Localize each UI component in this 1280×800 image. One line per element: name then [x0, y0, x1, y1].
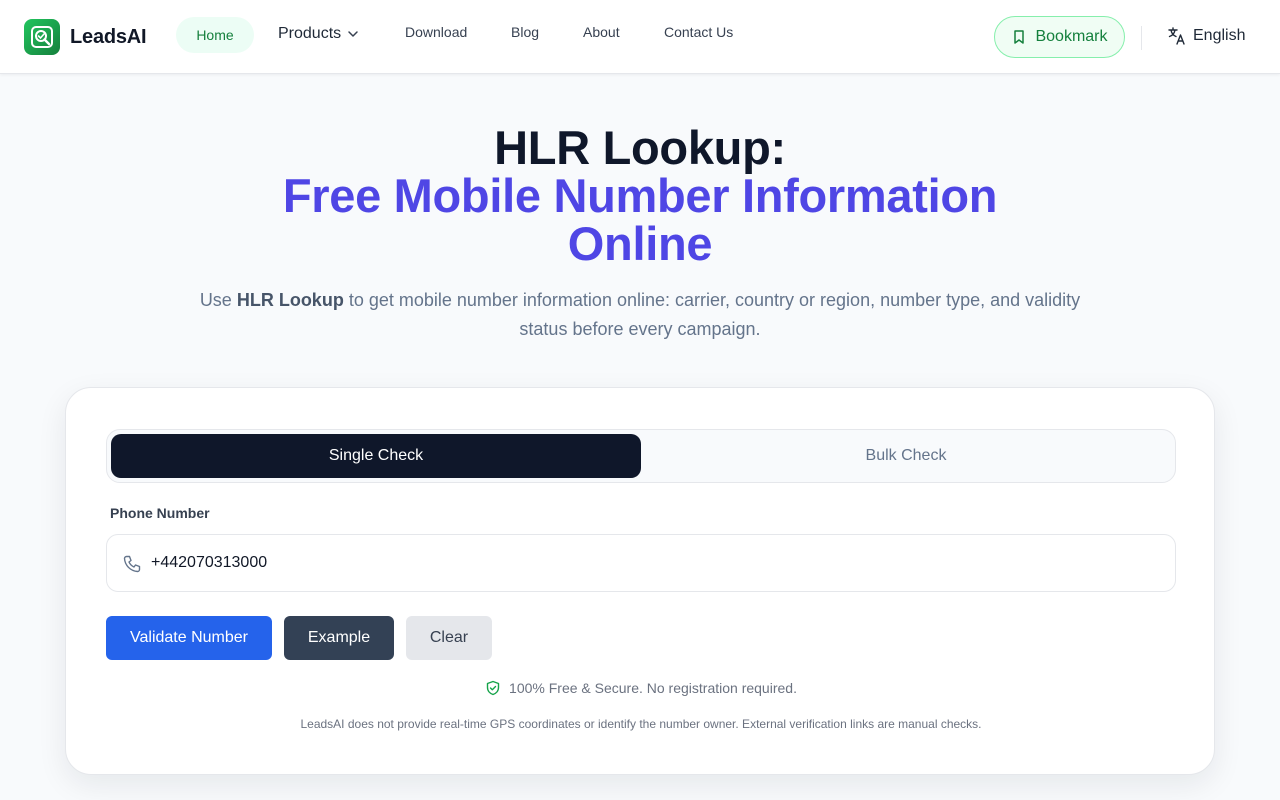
bookmark-icon [1014, 30, 1025, 44]
nav-download[interactable]: Download [405, 0, 467, 69]
page-title-line2: Free Mobile Number Information Online [282, 169, 998, 270]
language-selector[interactable]: English [1167, 24, 1245, 48]
tab-bulk-check[interactable]: Bulk Check [641, 434, 1171, 478]
brand-name: LeadsAI [70, 25, 147, 48]
bookmark-label: Bookmark [1035, 28, 1108, 45]
page-subtitle: Use HLR Lookup to get mobile number info… [190, 286, 1090, 344]
nav-about[interactable]: About [583, 0, 620, 69]
disclaimer-text: LeadsAI does not provide real-time GPS c… [300, 717, 982, 731]
phone-number-input[interactable] [151, 535, 1161, 591]
translate-icon [1168, 27, 1185, 45]
shield-check-icon [486, 680, 500, 696]
tab-single-check[interactable]: Single Check [111, 434, 641, 478]
leadsai-logo-icon [24, 19, 60, 55]
site-header: LeadsAI Home Products Download Blog Abou… [0, 0, 1280, 74]
nav-products[interactable]: Products [278, 0, 359, 71]
subtitle-bold: HLR Lookup [236, 290, 344, 310]
chevron-down-icon [348, 31, 358, 37]
example-button[interactable]: Example [284, 616, 394, 660]
clear-button[interactable]: Clear [406, 616, 492, 660]
nav-home[interactable]: Home [176, 17, 254, 53]
page-title-line1: HLR Lookup: [494, 121, 786, 174]
phone-input-wrapper [106, 534, 1176, 592]
nav-blog[interactable]: Blog [511, 0, 539, 69]
secure-note: 100% Free & Secure. No registration requ… [66, 680, 1216, 696]
bookmark-button[interactable]: Bookmark [994, 16, 1125, 58]
language-label: English [1193, 27, 1246, 44]
nav-contact-us[interactable]: Contact Us [664, 0, 733, 69]
secure-note-text: 100% Free & Secure. No registration requ… [509, 680, 797, 696]
nav-products-label: Products [278, 25, 342, 42]
page-title: HLR Lookup: Free Mobile Number Informati… [0, 124, 1280, 268]
lookup-card: Single Check Bulk Check Phone Number Val… [65, 387, 1215, 775]
subtitle-prefix: Use [199, 290, 237, 310]
validate-number-button[interactable]: Validate Number [106, 616, 272, 660]
check-mode-tabs: Single Check Bulk Check [106, 429, 1176, 483]
header-divider [1141, 26, 1142, 50]
brand-logo[interactable]: LeadsAI [24, 19, 147, 55]
subtitle-rest: to get mobile number information online:… [343, 290, 1081, 339]
phone-number-label: Phone Number [110, 505, 210, 521]
phone-icon [123, 555, 141, 573]
